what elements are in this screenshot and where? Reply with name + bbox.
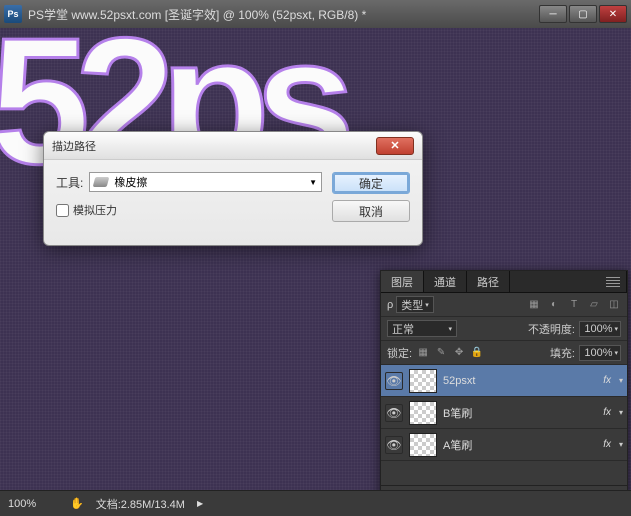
minimize-button[interactable]: ─: [539, 5, 567, 23]
layer-row[interactable]: 👁 52psxt fx ▾: [381, 365, 627, 397]
stroke-path-dialog: 描边路径 ✕ 工具: 橡皮擦 ▼ 模拟压力 确定 取消: [43, 131, 423, 246]
lock-position-icon[interactable]: ✥: [452, 346, 466, 360]
dialog-close-button[interactable]: ✕: [376, 137, 414, 155]
chevron-down-icon[interactable]: ▾: [619, 408, 623, 417]
kind-icon: ρ: [387, 299, 393, 311]
filter-adjust-icon[interactable]: ◐: [547, 298, 561, 312]
chevron-down-icon: ▼: [309, 178, 317, 187]
filter-shape-icon[interactable]: ▱: [587, 298, 601, 312]
visibility-toggle[interactable]: 👁: [385, 372, 403, 390]
dialog-titlebar[interactable]: 描边路径 ✕: [44, 132, 422, 160]
tool-value: 橡皮擦: [114, 174, 147, 190]
filter-text-icon[interactable]: T: [567, 298, 581, 312]
filter-smart-icon[interactable]: ◫: [607, 298, 621, 312]
layer-name: 52psxt: [443, 375, 597, 387]
app-icon: Ps: [4, 5, 22, 23]
lock-pixels-icon[interactable]: ✎: [434, 346, 448, 360]
fx-badge[interactable]: fx: [603, 375, 611, 386]
layer-thumbnail[interactable]: [409, 369, 437, 393]
tool-dropdown[interactable]: 橡皮擦 ▼: [89, 172, 322, 192]
cancel-button[interactable]: 取消: [332, 200, 410, 222]
chevron-down-icon[interactable]: ▾: [619, 440, 623, 449]
status-bar: 100% ✋ 文档:2.85M/13.4M ▶: [0, 490, 631, 516]
layer-thumbnail[interactable]: [409, 401, 437, 425]
zoom-level[interactable]: 100%: [8, 498, 58, 510]
simulate-pressure-label: 模拟压力: [73, 202, 117, 218]
layer-row[interactable]: 👁 B笔刷 fx ▾: [381, 397, 627, 429]
status-chevron-icon[interactable]: ▶: [197, 499, 203, 508]
fill-input[interactable]: 100%▾: [579, 345, 621, 361]
opacity-input[interactable]: 100%▾: [579, 321, 621, 337]
tab-paths[interactable]: 路径: [467, 271, 510, 292]
fx-badge[interactable]: fx: [603, 439, 611, 450]
tab-layers[interactable]: 图层: [381, 271, 424, 292]
layer-list: 👁 52psxt fx ▾ 👁 B笔刷 fx ▾ 👁 A笔刷 fx ▾: [381, 365, 627, 461]
simulate-pressure-checkbox[interactable]: [56, 204, 69, 217]
lock-all-icon[interactable]: 🔒: [470, 346, 484, 360]
filter-pixel-icon[interactable]: ▦: [527, 298, 541, 312]
layer-name: A笔刷: [443, 437, 597, 453]
title-bar: Ps PS学堂 www.52psxt.com [圣诞字效] @ 100% (52…: [0, 0, 631, 28]
layer-name: B笔刷: [443, 405, 597, 421]
layer-thumbnail[interactable]: [409, 433, 437, 457]
dialog-title-text: 描边路径: [52, 138, 96, 154]
tab-channels[interactable]: 通道: [424, 271, 467, 292]
layer-row[interactable]: 👁 A笔刷 fx ▾: [381, 429, 627, 461]
doc-size[interactable]: 文档:2.85M/13.4M: [96, 496, 185, 512]
tool-label: 工具:: [56, 174, 83, 191]
chevron-down-icon[interactable]: ▾: [619, 376, 623, 385]
maximize-button[interactable]: ▢: [569, 5, 597, 23]
opacity-label: 不透明度:: [528, 321, 575, 337]
status-hand-icon[interactable]: ✋: [70, 497, 84, 510]
visibility-toggle[interactable]: 👁: [385, 404, 403, 422]
ok-button[interactable]: 确定: [332, 172, 410, 194]
layers-panel: 图层 通道 路径 ρ 类型▾ ▦ ◐ T ▱ ◫ 正常▾ 不透明度: 100%▾…: [380, 270, 628, 510]
kind-dropdown[interactable]: 类型▾: [396, 296, 434, 313]
visibility-toggle[interactable]: 👁: [385, 436, 403, 454]
close-window-button[interactable]: ✕: [599, 5, 627, 23]
lock-transparency-icon[interactable]: ▦: [416, 346, 430, 360]
fill-label: 填充:: [550, 345, 575, 361]
window-title: PS学堂 www.52psxt.com [圣诞字效] @ 100% (52psx…: [28, 6, 537, 23]
panel-menu-button[interactable]: [510, 271, 627, 292]
blend-mode-dropdown[interactable]: 正常▾: [387, 320, 457, 337]
eraser-icon: [93, 177, 110, 187]
fx-badge[interactable]: fx: [603, 407, 611, 418]
lock-label: 锁定:: [387, 345, 412, 361]
